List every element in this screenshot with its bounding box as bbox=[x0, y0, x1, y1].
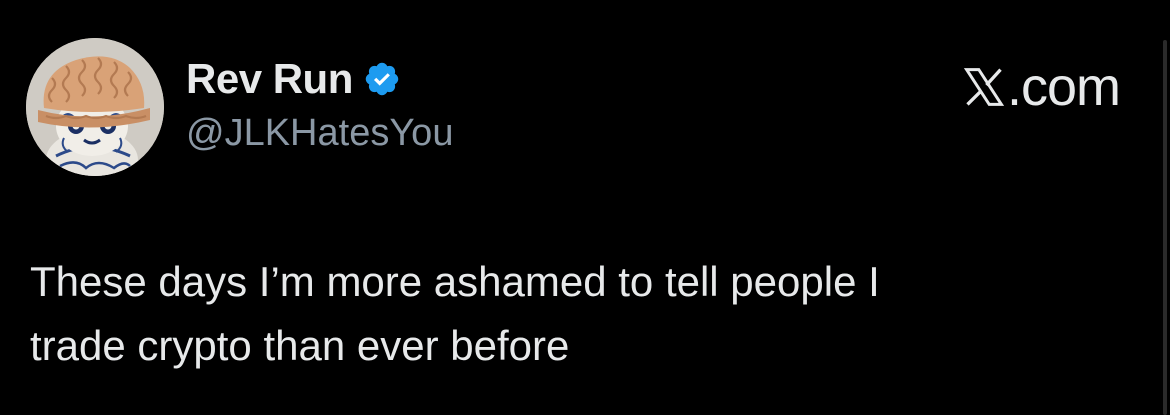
avatar-image-icon bbox=[26, 38, 164, 176]
username[interactable]: @JLKHatesYou bbox=[186, 110, 453, 156]
verified-badge-icon bbox=[363, 60, 401, 98]
x-logo-icon bbox=[963, 67, 1005, 107]
source-domain-text: .com bbox=[1006, 57, 1121, 117]
tweet-text: These days I’m more ashamed to tell peop… bbox=[30, 258, 880, 369]
avatar[interactable] bbox=[26, 38, 164, 176]
display-name[interactable]: Rev Run bbox=[186, 54, 353, 104]
author-name-row: Rev Run bbox=[186, 54, 401, 104]
tweet-card: Rev Run @JLKHatesYou .com These days I’m… bbox=[0, 0, 1170, 415]
scrollbar[interactable] bbox=[1163, 40, 1167, 415]
source-label[interactable]: .com bbox=[963, 57, 1121, 117]
